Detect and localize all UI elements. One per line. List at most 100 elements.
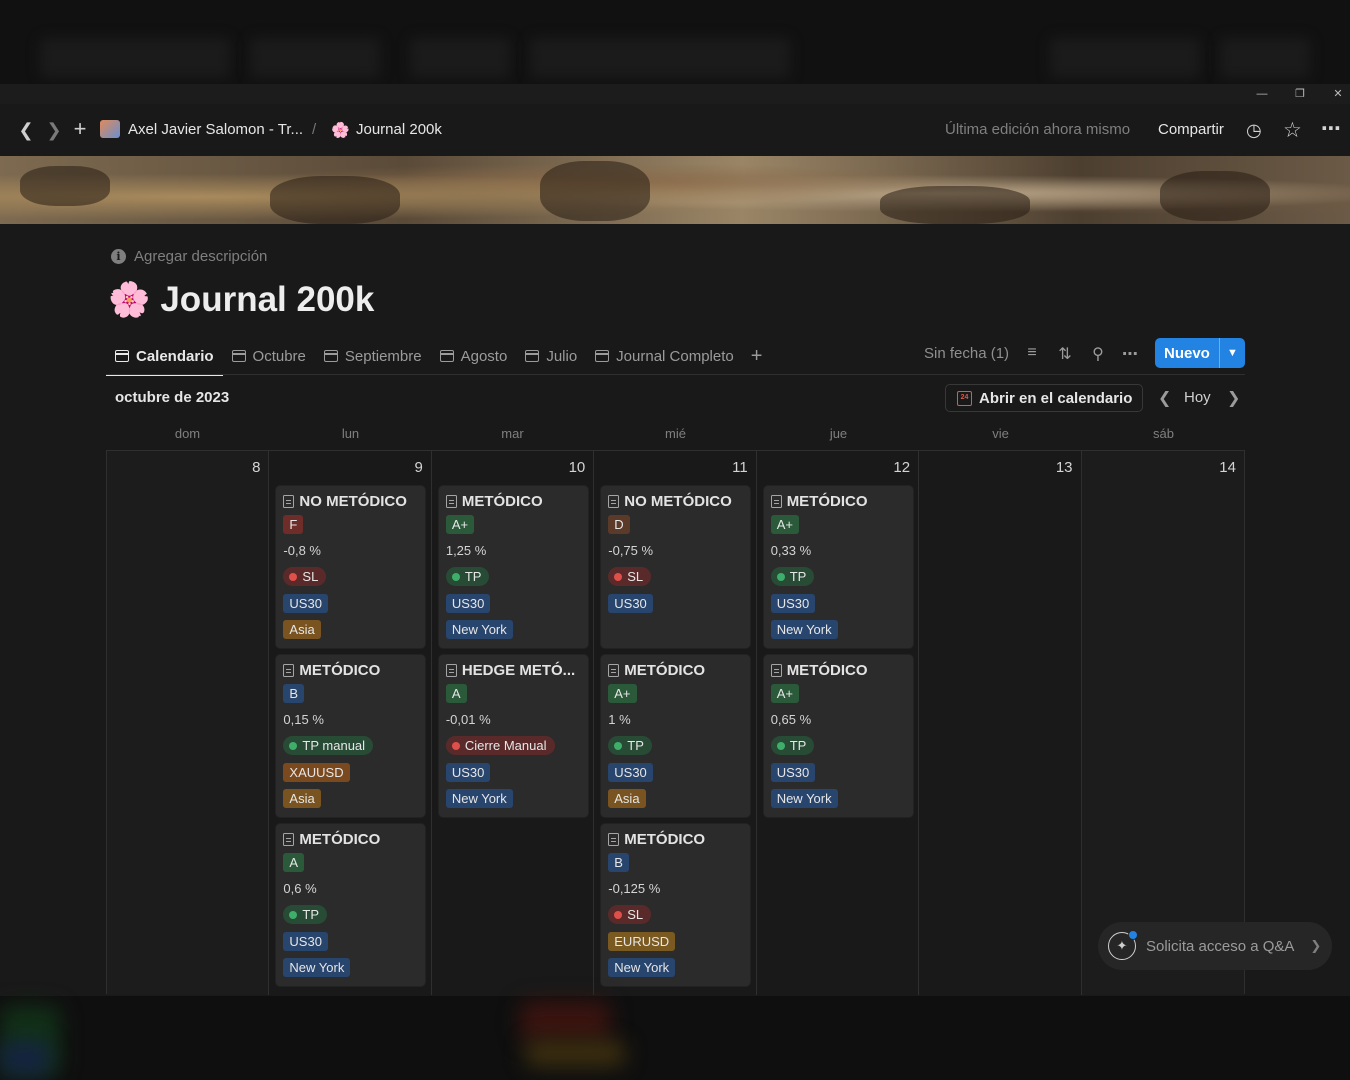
page-icon bbox=[608, 494, 620, 508]
trade-percent: 0,65 % bbox=[770, 711, 812, 727]
close-window-button[interactable]: ✕ bbox=[1328, 86, 1348, 102]
trade-card[interactable]: NO METÓDICO D -0,75 % SL US30 bbox=[601, 486, 751, 648]
weekday-mar: mar bbox=[501, 426, 524, 441]
filter-icon[interactable]: ≡ bbox=[1022, 344, 1042, 362]
calendar-grid: 8 9 NO METÓDICO F -0,8 % SL US30 Asia ME… bbox=[106, 450, 1245, 995]
trade-card[interactable]: METÓDICO A 0,6 % TP US30 New York bbox=[276, 824, 426, 986]
add-view-plus-icon[interactable]: + bbox=[743, 345, 771, 368]
restore-button[interactable]: ❐ bbox=[1290, 86, 1310, 102]
trade-percent: 1 % bbox=[608, 711, 631, 727]
session-tag: New York bbox=[283, 957, 351, 977]
share-button[interactable]: Compartir bbox=[1158, 121, 1224, 138]
sort-icon[interactable]: ⇅ bbox=[1055, 344, 1075, 364]
qa-access-button[interactable]: ✦ Solicita acceso a Q&A ❯ bbox=[1098, 922, 1332, 970]
calendar-app-icon: 24 bbox=[957, 390, 972, 406]
grade-tag: A bbox=[283, 852, 305, 872]
today-button[interactable]: Hoy bbox=[1184, 389, 1211, 406]
tabs-divider bbox=[106, 374, 1245, 375]
tab-octubre[interactable]: Octubre bbox=[223, 338, 315, 374]
new-entry-button[interactable]: Nuevo ▼ bbox=[1155, 338, 1245, 368]
symbol-tag: US30 bbox=[770, 593, 816, 613]
trade-title: METÓDICO bbox=[786, 492, 868, 510]
cherry-blossom-icon: 🌸 bbox=[331, 122, 350, 139]
grade-tag: A+ bbox=[608, 683, 637, 703]
new-page-plus-icon[interactable]: + bbox=[70, 118, 90, 140]
weekday-lun: lun bbox=[341, 426, 360, 441]
day-cell[interactable]: 12 METÓDICO A+ 0,33 % TP US30 New York M… bbox=[757, 451, 920, 995]
day-cell[interactable]: 14 bbox=[1081, 451, 1244, 995]
trade-percent: 1,25 % bbox=[445, 542, 487, 558]
minimize-button[interactable]: — bbox=[1252, 86, 1272, 102]
more-options-icon[interactable]: ⋯ bbox=[1321, 116, 1341, 141]
info-icon: i bbox=[111, 249, 126, 264]
result-pill: Cierre Manual bbox=[445, 736, 555, 756]
trade-title: METÓDICO bbox=[461, 492, 543, 510]
day-cell[interactable]: 11 NO METÓDICO D -0,75 % SL US30 METÓDIC… bbox=[594, 451, 757, 995]
open-in-calendar-button[interactable]: 24 Abrir en el calendario bbox=[945, 384, 1143, 412]
result-pill: SL bbox=[608, 905, 652, 925]
window-titlebar: — ❐ ✕ bbox=[0, 84, 1350, 104]
day-cell[interactable]: 10 METÓDICO A+ 1,25 % TP US30 New York H… bbox=[432, 451, 595, 995]
view-options-icon[interactable]: ⋯ bbox=[1120, 344, 1140, 364]
cover-image[interactable] bbox=[0, 156, 1350, 224]
search-icon[interactable]: ⚲ bbox=[1088, 344, 1108, 364]
trade-card[interactable]: METÓDICO B 0,15 % TP manual XAUUSD Asia bbox=[276, 655, 426, 817]
table-view-icon bbox=[525, 350, 540, 362]
weekday-dom: dom bbox=[174, 426, 201, 441]
qa-access-label: Solicita acceso a Q&A bbox=[1146, 937, 1295, 955]
trade-card[interactable]: METÓDICO A+ 1,25 % TP US30 New York bbox=[438, 486, 588, 648]
grade-tag: F bbox=[283, 514, 304, 534]
symbol-tag: US30 bbox=[608, 762, 653, 782]
history-clock-icon[interactable]: ◷ bbox=[1246, 120, 1262, 141]
trade-card[interactable]: METÓDICO B -0,125 % SL EURUSD New York bbox=[601, 824, 751, 986]
day-number: 11 bbox=[732, 459, 748, 476]
result-pill: SL bbox=[608, 567, 652, 587]
background-desktop-top bbox=[0, 0, 1350, 84]
day-number: 9 bbox=[414, 459, 423, 476]
result-pill: TP bbox=[770, 736, 815, 756]
tab-calendario[interactable]: Calendario bbox=[106, 338, 223, 376]
tab-agosto[interactable]: Agosto bbox=[431, 338, 517, 374]
chevron-down-icon[interactable]: ▼ bbox=[1220, 347, 1245, 359]
no-date-button[interactable]: Sin fecha (1) bbox=[924, 345, 1009, 362]
weekday-vie: vie bbox=[992, 426, 1009, 441]
trade-card[interactable]: METÓDICO A+ 0,33 % TP US30 New York bbox=[763, 486, 913, 648]
symbol-tag: US30 bbox=[283, 931, 328, 951]
session-tag: New York bbox=[770, 619, 838, 639]
forward-arrow-icon[interactable]: ❯ bbox=[44, 120, 64, 140]
next-month-arrow-icon[interactable]: ❯ bbox=[1227, 388, 1240, 408]
chevron-right-icon: ❯ bbox=[1310, 938, 1322, 953]
back-arrow-icon[interactable]: ❮ bbox=[16, 120, 36, 140]
page-icon bbox=[608, 663, 620, 677]
trade-card[interactable]: METÓDICO A+ 1 % TP US30 Asia bbox=[601, 655, 751, 817]
trade-title: METÓDICO bbox=[299, 830, 381, 848]
tab-journal-completo[interactable]: Journal Completo bbox=[586, 338, 743, 374]
page-title[interactable]: 🌸 Journal 200k bbox=[108, 280, 374, 320]
trade-card[interactable]: METÓDICO A+ 0,65 % TP US30 New York bbox=[763, 655, 913, 817]
trade-percent: 0,6 % bbox=[283, 880, 317, 896]
trade-title: HEDGE METÓ... bbox=[461, 661, 576, 679]
add-description[interactable]: i Agregar descripción bbox=[111, 248, 267, 265]
tab-septiembre[interactable]: Septiembre bbox=[315, 338, 431, 374]
calendar-view-icon bbox=[115, 350, 129, 362]
breadcrumb-workspace[interactable]: Axel Javier Salomon - Tr... bbox=[128, 121, 303, 138]
result-pill: TP manual bbox=[283, 736, 374, 756]
calendar-view-icon bbox=[231, 350, 246, 362]
tab-julio[interactable]: Julio bbox=[516, 338, 586, 374]
prev-month-arrow-icon[interactable]: ❮ bbox=[1158, 388, 1171, 408]
breadcrumb-separator: / bbox=[312, 121, 317, 138]
favorite-star-icon[interactable]: ☆ bbox=[1283, 118, 1302, 143]
grade-tag: B bbox=[283, 683, 305, 703]
day-cell[interactable]: 9 NO METÓDICO F -0,8 % SL US30 Asia METÓ… bbox=[269, 451, 432, 995]
page-icon bbox=[608, 832, 620, 846]
day-cell[interactable]: 8 bbox=[107, 451, 270, 995]
session-tag: Asia bbox=[608, 788, 646, 808]
table-view-icon bbox=[439, 350, 454, 362]
day-cell[interactable]: 13 bbox=[919, 451, 1082, 995]
last-edit-status: Última edición ahora mismo bbox=[945, 121, 1131, 138]
trade-card[interactable]: NO METÓDICO F -0,8 % SL US30 Asia bbox=[276, 486, 426, 648]
table-view-icon bbox=[595, 350, 610, 362]
breadcrumb-page[interactable]: Journal 200k bbox=[356, 121, 442, 138]
trade-card[interactable]: HEDGE METÓ... A -0,01 % Cierre Manual US… bbox=[438, 655, 588, 817]
trade-title: METÓDICO bbox=[624, 661, 706, 679]
